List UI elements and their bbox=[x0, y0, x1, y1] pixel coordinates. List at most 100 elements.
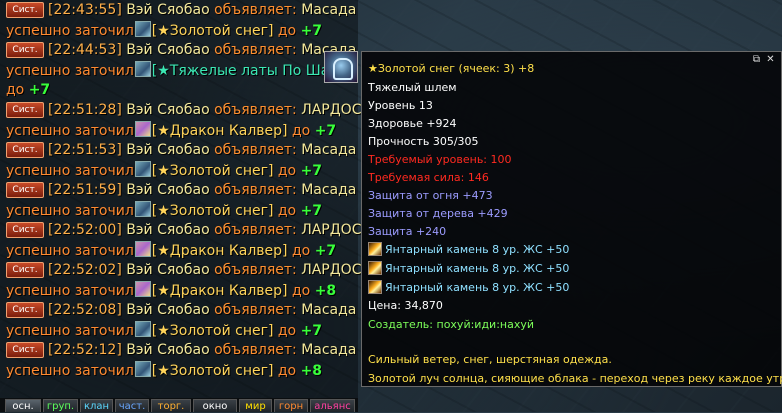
item-link[interactable]: [★Дракон Калвер] bbox=[152, 283, 288, 299]
chat-message-body: успешно заточил [★Золотой снег] до +7 bbox=[6, 201, 322, 220]
item-title: ★Золотой снег (ячеек: 3) +8 bbox=[368, 62, 535, 75]
helmet-icon[interactable] bbox=[134, 61, 151, 77]
enhance-level: +7 bbox=[300, 163, 323, 179]
target-name: Масада bbox=[301, 2, 357, 18]
system-badge: Сист. bbox=[6, 2, 44, 18]
chat-message-body: успешно заточил [★Золотой снег] до +7 bbox=[6, 21, 322, 40]
message-verb: объявляет: bbox=[214, 102, 297, 118]
success-text: успешно заточил bbox=[6, 243, 134, 259]
speaker-name[interactable]: Вэй Сяобао bbox=[126, 302, 209, 318]
gem-label: Янтарный камень 8 ур. ЖС +50 bbox=[385, 262, 570, 275]
chat-panel[interactable]: Сист. [22:43:55] Вэй Сяобао объявляет: Ма… bbox=[0, 0, 362, 398]
system-badge: Сист. bbox=[6, 262, 44, 278]
chat-tab[interactable]: окно bbox=[193, 399, 237, 412]
message-time: [22:52:00] bbox=[48, 222, 122, 238]
item-price: Цена: 34,870 bbox=[368, 299, 443, 312]
success-text: успешно заточил bbox=[6, 63, 134, 79]
chat-tab[interactable]: клан bbox=[80, 399, 113, 412]
speaker-name[interactable]: Вэй Сяобао bbox=[126, 182, 209, 198]
speaker-name[interactable]: Вэй Сяобао bbox=[126, 342, 209, 358]
item-link[interactable]: [★Золотой снег] bbox=[152, 323, 274, 339]
message-time: [22:43:55] bbox=[48, 2, 122, 18]
target-name: Масада bbox=[301, 142, 357, 158]
chat-message-header: Сист. [22:44:53] Вэй Сяобао объявляет: Ма… bbox=[6, 41, 356, 59]
to-text: до bbox=[6, 82, 25, 98]
helmet-icon[interactable] bbox=[134, 21, 151, 37]
chat-message-header: Сист. [22:43:55] Вэй Сяобао объявляет: Ма… bbox=[6, 1, 356, 19]
speaker-name[interactable]: Вэй Сяобао bbox=[126, 42, 209, 58]
success-text: успешно заточил bbox=[6, 283, 134, 299]
system-badge: Сист. bbox=[6, 342, 44, 358]
chat-tab[interactable]: осн. bbox=[5, 399, 41, 412]
chat-tab[interactable]: горн bbox=[274, 399, 308, 412]
chat-message-body: успешно заточил [★Золотой снег] до +7 bbox=[6, 321, 322, 340]
required-level: Требуемый уровень: 100 bbox=[368, 153, 512, 166]
message-verb: объявляет: bbox=[214, 42, 297, 58]
speaker-name[interactable]: Вэй Сяобао bbox=[126, 142, 209, 158]
gem-label: Янтарный камень 8 ур. ЖС +50 bbox=[385, 281, 570, 294]
message-time: [22:52:12] bbox=[48, 342, 122, 358]
item-link[interactable]: [★Золотой снег] bbox=[152, 363, 274, 379]
message-verb: объявляет: bbox=[214, 342, 297, 358]
chat-tab[interactable]: торг. bbox=[151, 399, 191, 412]
item-creator: Создатель: похуй:иди:нахуй bbox=[368, 318, 535, 331]
item-link[interactable]: [★Дракон Калвер] bbox=[152, 123, 288, 139]
system-badge: Сист. bbox=[6, 222, 44, 238]
system-badge: Сист. bbox=[6, 302, 44, 318]
enhance-level: +7 bbox=[300, 23, 323, 39]
target-name: ЛАРДОС bbox=[301, 102, 362, 118]
chat-tab[interactable]: част. bbox=[115, 399, 149, 412]
helmet-icon[interactable] bbox=[134, 321, 151, 337]
chat-message-body: успешно заточил [★Тяжелые латы По Шан bbox=[6, 61, 339, 80]
item-link[interactable]: [★Золотой снег] bbox=[152, 203, 274, 219]
required-strength: Требуемая сила: 146 bbox=[368, 171, 489, 184]
copy-icon[interactable]: ⧉ bbox=[752, 55, 761, 65]
chat-tab[interactable]: альянс bbox=[310, 399, 355, 412]
target-name: Масада bbox=[301, 182, 357, 198]
message-time: [22:44:53] bbox=[48, 42, 122, 58]
success-text: успешно заточил bbox=[6, 203, 134, 219]
dragon-icon[interactable] bbox=[134, 281, 151, 297]
speaker-name[interactable]: Вэй Сяобао bbox=[126, 2, 209, 18]
amber-gem-icon bbox=[368, 280, 382, 294]
system-badge: Сист. bbox=[6, 102, 44, 118]
speaker-name[interactable]: Вэй Сяобао bbox=[126, 222, 209, 238]
helmet-icon[interactable] bbox=[134, 201, 151, 217]
speaker-name[interactable]: Вэй Сяобао bbox=[126, 262, 209, 278]
dragon-icon[interactable] bbox=[134, 241, 151, 257]
to-text: до bbox=[277, 323, 297, 339]
close-icon[interactable]: ✕ bbox=[766, 55, 775, 65]
item-link[interactable]: [★Золотой снег] bbox=[152, 163, 274, 179]
message-time: [22:52:08] bbox=[48, 302, 122, 318]
item-link[interactable]: [★Тяжелые латы По Шан bbox=[152, 63, 339, 79]
item-link[interactable]: [★Дракон Калвер] bbox=[152, 243, 288, 259]
helmet-icon[interactable] bbox=[134, 161, 151, 177]
speaker-name[interactable]: Вэй Сяобао bbox=[126, 102, 209, 118]
chat-tabs: осн. груп. клан част. торг. окно мир горн альянс bbox=[0, 398, 358, 412]
item-durability: Прочность 305/305 bbox=[368, 135, 479, 148]
message-verb: объявляет: bbox=[214, 142, 297, 158]
helmet-icon[interactable] bbox=[134, 361, 151, 377]
success-text: успешно заточил bbox=[6, 163, 134, 179]
chat-message-header: Сист. [22:52:00] Вэй Сяобао объявляет: ЛА… bbox=[6, 221, 361, 239]
chat-message-body: успешно заточил [★Дракон Калвер] до +7 bbox=[6, 241, 336, 260]
dragon-icon[interactable] bbox=[134, 121, 151, 137]
to-text: до bbox=[291, 243, 311, 259]
defense: Защита +240 bbox=[368, 225, 447, 238]
system-badge: Сист. bbox=[6, 182, 44, 198]
message-time: [22:52:02] bbox=[48, 262, 122, 278]
chat-message-header: Сист. [22:51:59] Вэй Сяобао объявляет: Ма… bbox=[6, 181, 356, 199]
target-name: ЛАРДОС bbox=[301, 262, 362, 278]
message-verb: объявляет: bbox=[214, 2, 297, 18]
item-link[interactable]: [★Золотой снег] bbox=[152, 23, 274, 39]
chat-message-body: успешно заточил [★Дракон Калвер] до +8 bbox=[6, 281, 336, 300]
enhance-level: +8 bbox=[314, 283, 337, 299]
chat-tab[interactable]: груп. bbox=[43, 399, 78, 412]
enhance-level: +7 bbox=[314, 123, 337, 139]
to-text: до bbox=[277, 363, 297, 379]
item-description-1: Сильный ветер, снег, шерстяная одежда. bbox=[368, 353, 612, 366]
chat-tab[interactable]: мир bbox=[239, 399, 272, 412]
to-text: до bbox=[277, 203, 297, 219]
target-name: Масада bbox=[301, 302, 357, 318]
message-verb: объявляет: bbox=[214, 222, 297, 238]
